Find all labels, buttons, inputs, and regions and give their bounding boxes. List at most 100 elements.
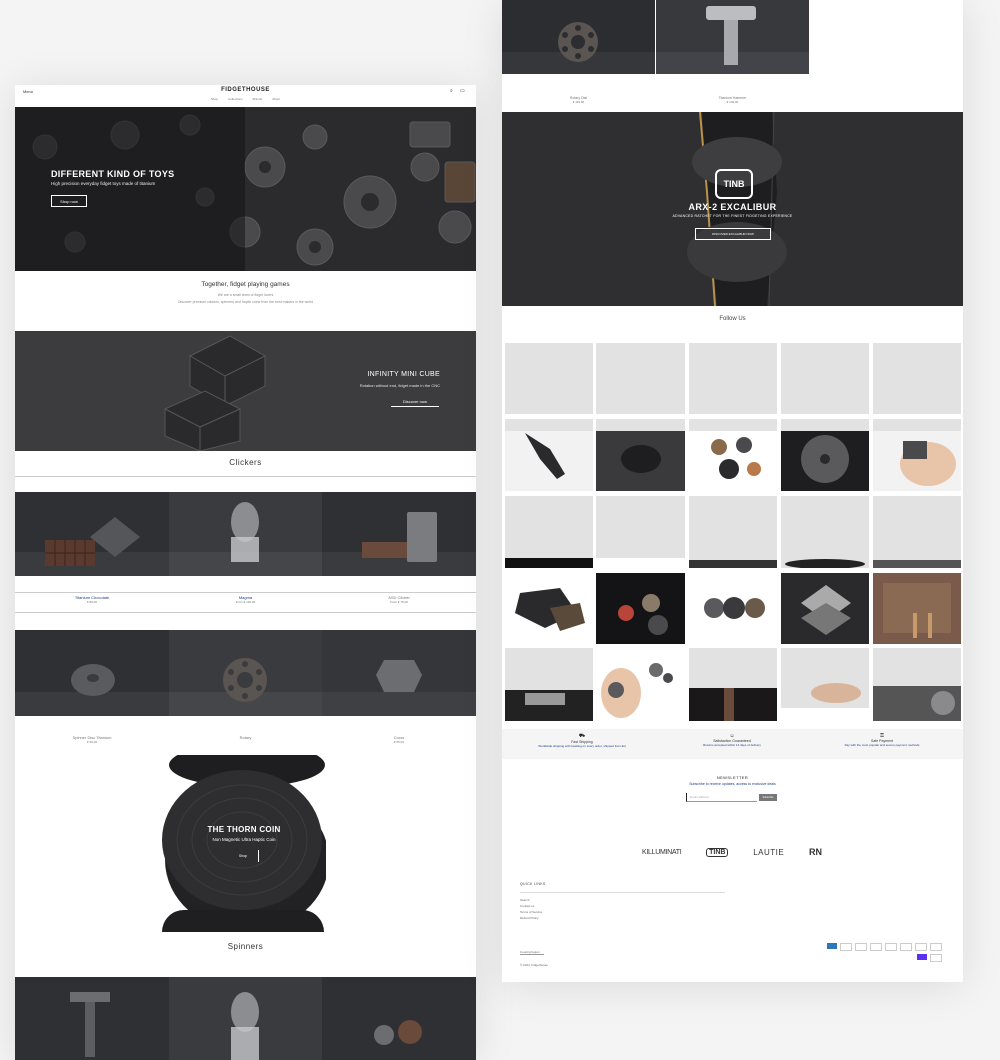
excalibur-discover-button[interactable]: DISCOVER EXCALIBUR NOW (695, 228, 771, 240)
instagram-post[interactable] (873, 648, 961, 721)
shop-pay-icon (930, 943, 942, 951)
newsletter-placeholder: Email address (690, 795, 710, 799)
instagram-post[interactable] (781, 573, 869, 644)
search-icon[interactable]: ⌕ (450, 88, 453, 94)
product-card-3[interactable]: ASD Clicker From € 75,00 (322, 595, 476, 604)
product-price: € 119,00 (572, 100, 585, 104)
instagram-post[interactable] (873, 419, 961, 491)
product-card-1[interactable]: Titanium Chocolate € 89,00 (15, 595, 169, 604)
clickers-title: Clickers (229, 458, 262, 467)
divider (15, 612, 476, 613)
intro-title: Together, fidget playing games (201, 281, 290, 288)
brand-logo-killuminati[interactable]: KILLUMINATI (642, 849, 682, 856)
product-image-magma[interactable] (169, 492, 322, 576)
hero-shop-button[interactable]: Shop now (51, 195, 87, 207)
thorn-coin-image (162, 755, 326, 932)
divider (15, 476, 476, 477)
nav-item-shop[interactable]: Shop (211, 97, 218, 101)
tinb-logo: TINB (715, 169, 753, 199)
instagram-post[interactable] (873, 496, 961, 568)
divider (520, 892, 725, 893)
instagram-post[interactable] (505, 573, 593, 644)
product-image-spinner-magma[interactable] (169, 977, 322, 1060)
main-nav: Shop Collections Brands About (15, 97, 476, 101)
instagram-post[interactable] (689, 573, 777, 644)
instagram-post[interactable] (596, 496, 685, 558)
footer-heading: QUICK LINKS (520, 882, 546, 886)
page-preview-left: Menu FIDGETHOUSE Shop Collections Brands… (15, 85, 476, 1060)
instagram-post[interactable] (781, 343, 869, 414)
product-card-4[interactable]: Spinner Disc Titanium € 99,00 (15, 735, 169, 744)
instagram-post[interactable] (505, 496, 593, 568)
instagram-post[interactable] (781, 496, 869, 568)
product-image-titanium-hammer[interactable] (656, 0, 809, 74)
newsletter-email-input[interactable]: Email address (686, 793, 757, 802)
country-selector[interactable]: Country/region (520, 950, 544, 955)
instagram-post[interactable] (689, 343, 777, 414)
hero-subtitle: High precision everyday fidget toys made… (51, 181, 156, 186)
amex-icon (827, 943, 837, 949)
mastercard-icon (915, 943, 927, 951)
nav-item-collections[interactable]: Collections (228, 97, 243, 101)
instagram-post[interactable] (596, 648, 685, 721)
instagram-post[interactable] (596, 573, 685, 644)
instagram-post[interactable] (689, 419, 777, 491)
instagram-post[interactable] (505, 648, 593, 721)
instagram-post[interactable] (505, 419, 593, 491)
thorn-coin-promo: THE THORN COIN Non Magnetic Ultra Haptic… (162, 755, 326, 933)
footer-links: QUICK LINKS Search Contact us Terms of S… (520, 882, 725, 921)
coin-stack-image (162, 910, 324, 932)
nav-item-brands[interactable]: Brands (253, 97, 263, 101)
brand-logo-lautie[interactable]: LAUTIE (753, 848, 784, 857)
product-price: From € 75,00 (390, 600, 408, 604)
brand-logo-tinb[interactable]: TINB (706, 847, 729, 857)
product-name[interactable]: Rotary (169, 735, 322, 740)
instagram-post[interactable] (689, 496, 777, 568)
instagram-post[interactable] (873, 343, 961, 414)
instagram-grid (505, 343, 961, 723)
excalibur-title: ARX-2 EXCALIBUR (688, 202, 777, 212)
product-image-spinner-hammer[interactable] (15, 977, 169, 1060)
product-price: € 65,00 (393, 740, 404, 744)
infinity-cube-banner: INFINITY MINI CUBE Rotation without end,… (15, 331, 476, 451)
product-image-chocolate[interactable] (15, 492, 169, 576)
product-price: From € 129,00 (235, 600, 256, 604)
hero-image (15, 107, 476, 271)
product-image-spinner-disc[interactable] (15, 630, 169, 716)
brand-logo-rn[interactable]: RN (809, 847, 822, 857)
thorn-coin-title: THE THORN COIN (207, 825, 281, 834)
product-image-spinner-rings[interactable] (322, 977, 476, 1060)
brand-logo[interactable]: FIDGETHOUSE (15, 87, 476, 93)
instagram-post[interactable] (781, 648, 869, 721)
footer-link[interactable]: Refund Policy (520, 915, 725, 921)
hero-title: DIFFERENT KIND OF TOYS (51, 169, 175, 179)
instagram-post[interactable] (596, 343, 685, 414)
product-image-rotary[interactable] (169, 630, 322, 716)
infinity-cube-subtitle: Rotation without end, fidget made in the… (359, 383, 440, 388)
product-image-asd-clicker[interactable] (322, 492, 476, 576)
product-card-6[interactable]: Cross € 65,00 (322, 735, 476, 744)
union-pay-icon (917, 954, 927, 960)
google-pay-icon (870, 943, 882, 951)
instagram-post[interactable] (505, 343, 593, 414)
product-image-rotary-dial[interactable] (502, 0, 655, 74)
follow-us-title: Follow Us (719, 316, 746, 322)
feature-text: Worldwide shipping with tracking on ever… (538, 744, 626, 748)
newsletter-subscribe-button[interactable]: Subscribe (759, 794, 777, 801)
cart-icon[interactable]: ▭ (460, 88, 465, 94)
product-card-rotary-dial[interactable]: Rotary Dial € 119,00 (502, 96, 655, 104)
instagram-post[interactable] (781, 419, 869, 491)
feature-satisfaction: ☺ Satisfaction Guaranteed Returns accept… (657, 733, 807, 747)
newsletter-text: Subscribe to receive updates, access to … (689, 782, 776, 786)
product-card-titanium-hammer[interactable]: Titanium Hammer € 149,00 (656, 96, 809, 104)
infinity-cube-title: INFINITY MINI CUBE (367, 371, 440, 378)
instagram-post[interactable] (873, 573, 961, 644)
product-image-cross[interactable] (322, 630, 476, 716)
product-card-2[interactable]: Magma From € 129,00 (169, 595, 322, 604)
instagram-post[interactable] (689, 648, 777, 721)
product-card-5[interactable]: Rotary (169, 735, 322, 740)
thorn-coin-button[interactable]: Shop (228, 850, 259, 862)
infinity-cube-button[interactable]: Discover now (391, 397, 439, 407)
instagram-post[interactable] (596, 419, 685, 491)
nav-item-about[interactable]: About (272, 97, 280, 101)
